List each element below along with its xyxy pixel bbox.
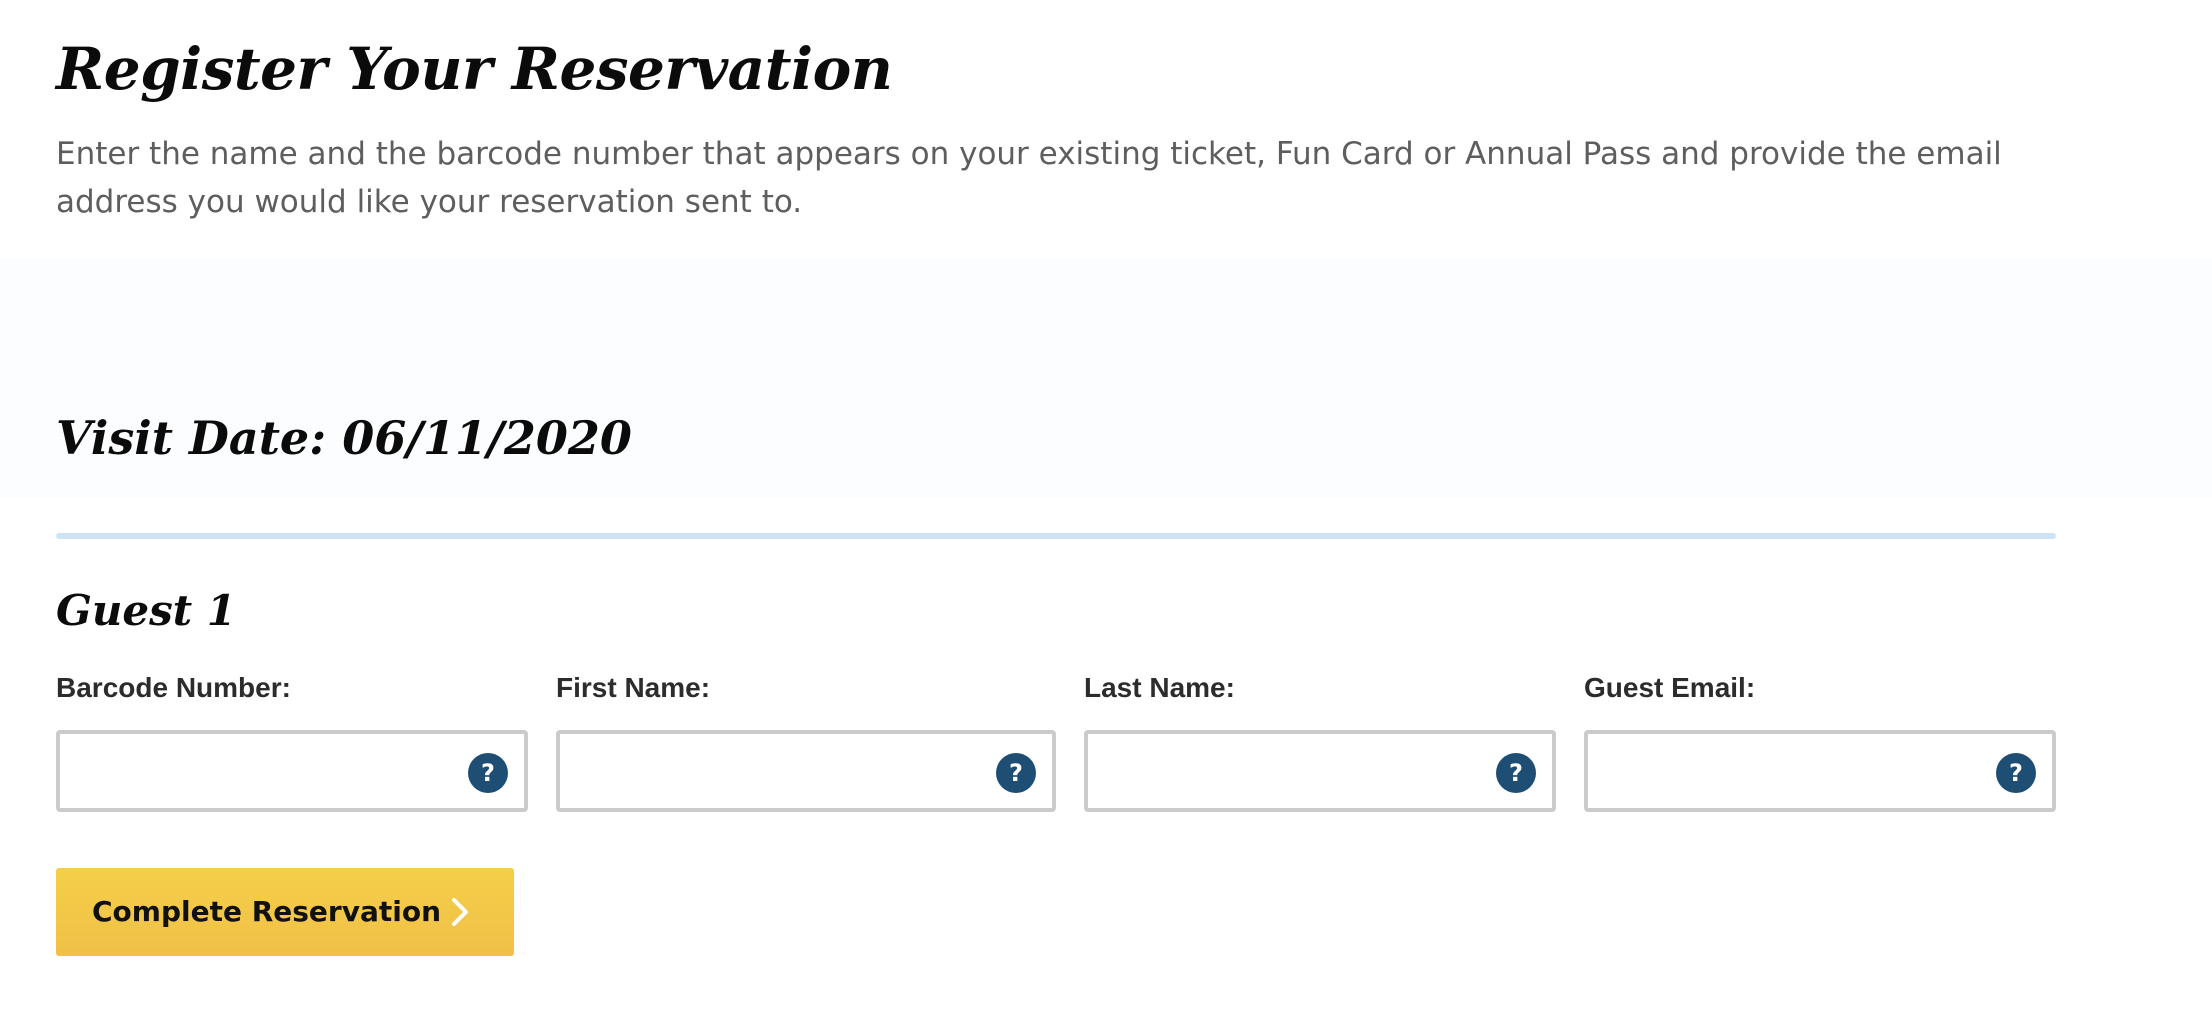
guest-title: Guest 1	[56, 586, 237, 635]
first-name-label: First Name:	[556, 672, 711, 703]
last-name-input[interactable]	[1088, 734, 1552, 808]
visit-date: Visit Date: 06/11/2020	[56, 411, 632, 465]
chevron-right-icon	[452, 898, 468, 926]
complete-reservation-label: Complete Reservation	[92, 895, 442, 928]
guest-email-field: ?	[1584, 730, 2056, 812]
guest-email-input[interactable]	[1588, 734, 2052, 808]
barcode-help-icon[interactable]: ?	[468, 753, 508, 793]
guest-email-label: Guest Email:	[1584, 672, 1756, 703]
last-name-help-icon[interactable]: ?	[1496, 753, 1536, 793]
last-name-label: Last Name:	[1084, 672, 1235, 703]
barcode-input[interactable]	[60, 734, 524, 808]
complete-reservation-button[interactable]: Complete Reservation	[56, 868, 514, 956]
page-intro: Enter the name and the barcode number th…	[56, 136, 2002, 220]
divider	[56, 533, 2056, 539]
guest-email-help-icon[interactable]: ?	[1996, 753, 2036, 793]
page-title: Register Your Reservation	[56, 35, 893, 103]
barcode-field: ?	[56, 730, 528, 812]
first-name-help-icon[interactable]: ?	[996, 753, 1036, 793]
first-name-field: ?	[556, 730, 1056, 812]
first-name-input[interactable]	[560, 734, 1052, 808]
barcode-label: Barcode Number:	[56, 672, 291, 703]
last-name-field: ?	[1084, 730, 1556, 812]
